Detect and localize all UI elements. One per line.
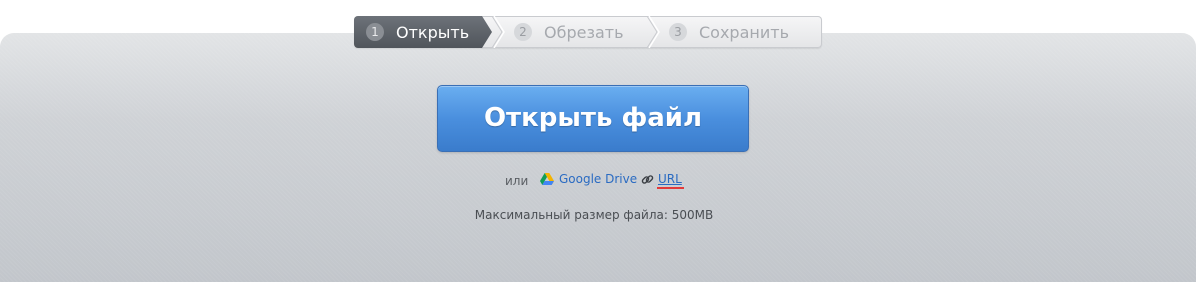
or-label: или (505, 174, 529, 188)
step-number: 1 (366, 23, 384, 41)
upload-panel (0, 33, 1196, 282)
url-highlight-underline (657, 187, 684, 189)
progress-stepper: 1 Открыть 2 Обрезать 3 Сохранить (354, 16, 822, 48)
google-drive-label: Google Drive (559, 172, 638, 186)
link-icon (641, 174, 654, 184)
step-number: 2 (514, 23, 532, 41)
alternative-sources: или Google Drive URL (0, 172, 1200, 192)
max-file-size-note: Максимальный размер файла: 500MB (474, 208, 714, 222)
url-label: URL (658, 172, 682, 186)
google-drive-icon (540, 173, 554, 185)
video-cutter-page: 1 Открыть 2 Обрезать 3 Сохранить Открыть… (0, 0, 1200, 282)
google-drive-link[interactable]: Google Drive (540, 172, 637, 186)
step-label: Сохранить (699, 22, 789, 42)
step-label: Открыть (396, 22, 470, 42)
open-file-button[interactable]: Открыть файл (437, 85, 749, 152)
step-save[interactable]: 3 Сохранить (657, 16, 822, 48)
step-trim[interactable]: 2 Обрезать (502, 16, 652, 48)
step-label: Обрезать (544, 22, 624, 42)
step-open[interactable]: 1 Открыть (354, 16, 492, 48)
step-number: 3 (669, 23, 687, 41)
url-link[interactable]: URL (641, 172, 682, 186)
